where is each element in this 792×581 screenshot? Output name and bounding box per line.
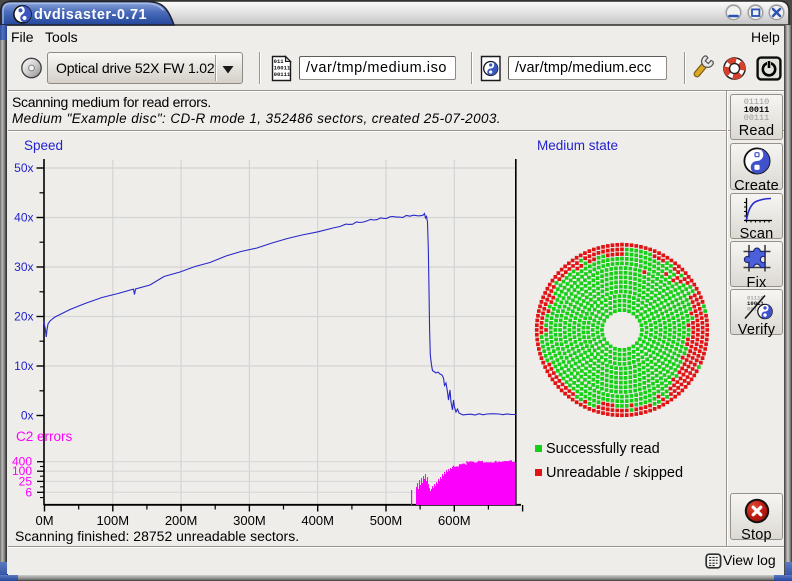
svg-text:600M: 600M: [438, 513, 471, 528]
svg-text:40x: 40x: [14, 211, 33, 225]
svg-text:30x: 30x: [14, 260, 33, 274]
svg-text:500M: 500M: [370, 513, 403, 528]
svg-text:0M: 0M: [35, 513, 53, 528]
svg-text:400M: 400M: [301, 513, 334, 528]
svg-text:200M: 200M: [165, 513, 198, 528]
svg-text:100M: 100M: [97, 513, 130, 528]
svg-text:10x: 10x: [14, 359, 33, 373]
svg-text:50x: 50x: [14, 161, 33, 175]
svg-text:20x: 20x: [14, 310, 33, 324]
svg-text:0x: 0x: [21, 409, 34, 423]
svg-text:6: 6: [25, 485, 32, 499]
svg-text:300M: 300M: [233, 513, 266, 528]
